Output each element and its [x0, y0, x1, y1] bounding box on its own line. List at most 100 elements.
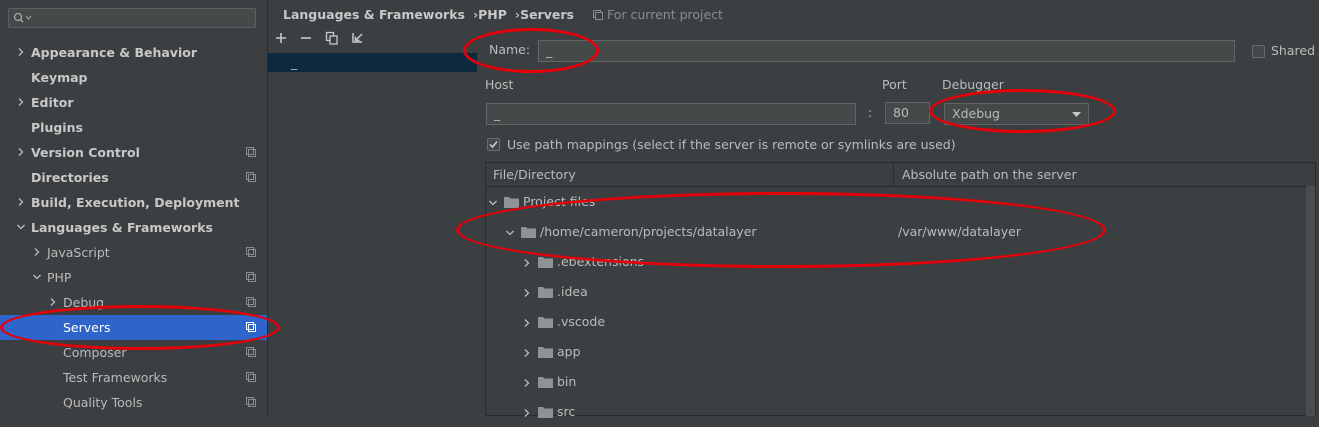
table-row[interactable]: /home/cameron/projects/datalayer/var/www…	[486, 217, 1306, 247]
table-row[interactable]: app	[486, 337, 1306, 367]
port-field[interactable]: 80	[885, 102, 930, 124]
sidebar-item[interactable]: Test Frameworks	[0, 365, 267, 390]
project-scope-icon	[246, 272, 257, 283]
breadcrumb-item[interactable]: Languages & Frameworks	[283, 7, 465, 22]
search-icon	[13, 12, 33, 24]
project-scope-icon	[246, 147, 257, 158]
name-field[interactable]: _	[538, 40, 1235, 62]
shared-label: Shared	[1271, 43, 1316, 58]
remove-icon[interactable]	[299, 31, 313, 45]
sidebar-item-label: Test Frameworks	[63, 370, 168, 385]
sidebar-item[interactable]: JavaScript	[0, 240, 267, 265]
path-mappings-label: Use path mappings (select if the server …	[507, 137, 956, 152]
dropdown-arrow-icon	[1072, 112, 1081, 117]
sidebar-item[interactable]: Editor	[0, 90, 267, 115]
folder-icon	[538, 406, 553, 418]
sidebar-item-label: Directories	[31, 170, 109, 185]
chevron-down-icon[interactable]	[16, 222, 26, 232]
chevron-right-icon[interactable]	[522, 288, 532, 298]
host-field[interactable]: _	[486, 103, 856, 125]
sidebar-item[interactable]: Servers	[0, 315, 267, 340]
table-row[interactable]: .idea	[486, 277, 1306, 307]
project-scope-icon	[246, 372, 257, 383]
table-row[interactable]: src	[486, 397, 1306, 427]
chevron-down-icon[interactable]	[488, 198, 498, 208]
sidebar-item-label: Version Control	[31, 145, 140, 160]
sidebar-item[interactable]: Plugins	[0, 115, 267, 140]
sidebar-item-label: Quality Tools	[63, 395, 143, 410]
file-directory-cell: bin	[557, 374, 577, 389]
table-row[interactable]: Project files	[486, 187, 1306, 217]
copy-icon[interactable]	[325, 31, 339, 45]
sidebar-item-label: Build, Execution, Deployment	[31, 195, 240, 210]
file-directory-cell: /home/cameron/projects/datalayer	[540, 224, 757, 239]
import-icon[interactable]	[350, 31, 364, 45]
sidebar-item[interactable]: Quality Tools	[0, 390, 267, 415]
chevron-right-icon[interactable]	[32, 247, 42, 257]
sidebar-item[interactable]: Version Control	[0, 140, 267, 165]
debugger-label: Debugger	[942, 77, 1004, 92]
shared-checkbox[interactable]	[1252, 45, 1265, 58]
sidebar-item[interactable]: Composer	[0, 340, 267, 365]
chevron-right-icon[interactable]	[522, 318, 532, 328]
column-header-file[interactable]: File/Directory	[486, 163, 894, 186]
sidebar-item-label: Appearance & Behavior	[31, 45, 197, 60]
chevron-right-icon[interactable]	[16, 197, 26, 207]
sidebar-item-label: Editor	[31, 95, 74, 110]
sidebar-item[interactable]: PHP	[0, 265, 267, 290]
scope-note: For current project	[593, 6, 723, 24]
folder-icon	[538, 316, 553, 328]
folder-icon	[538, 346, 553, 358]
chevron-right-icon[interactable]	[522, 348, 532, 358]
project-scope-icon	[246, 247, 257, 258]
file-directory-cell: .vscode	[557, 314, 606, 329]
server-list-panel	[268, 30, 477, 416]
breadcrumb: Languages & Frameworks ›PHP ›Servers	[283, 6, 574, 24]
port-label: Port	[882, 77, 907, 92]
chevron-right-icon[interactable]	[16, 47, 26, 57]
folder-icon	[538, 376, 553, 388]
chevron-down-icon[interactable]	[32, 272, 42, 282]
chevron-right-icon[interactable]	[522, 258, 532, 268]
project-scope-icon	[593, 10, 603, 20]
host-port-separator: :	[868, 105, 873, 120]
settings-sidebar: Appearance & Behavior Keymap Editor Plugins…	[0, 0, 268, 416]
name-label: Name:	[489, 42, 531, 57]
sidebar-item-label: Keymap	[31, 70, 88, 85]
chevron-right-icon[interactable]	[522, 408, 532, 418]
sidebar-item[interactable]: Build, Execution, Deployment	[0, 190, 267, 215]
sidebar-item[interactable]: Languages & Frameworks	[0, 215, 267, 240]
project-scope-icon	[246, 347, 257, 358]
table-row[interactable]: bin	[486, 367, 1306, 397]
table-header: File/Directory Absolute path on the serv…	[486, 163, 1306, 187]
sidebar-item[interactable]: Directories	[0, 165, 267, 190]
table-row[interactable]: .vscode	[486, 307, 1306, 337]
breadcrumb-item[interactable]: PHP	[478, 7, 507, 22]
file-directory-cell: .ebextensions	[557, 254, 645, 269]
chevron-right-icon[interactable]	[48, 297, 58, 307]
project-scope-icon	[246, 397, 257, 408]
table-row[interactable]: .ebextensions	[486, 247, 1306, 277]
project-scope-icon	[246, 322, 257, 333]
sidebar-item-label: Composer	[63, 345, 127, 360]
sidebar-item-label: Servers	[63, 320, 111, 335]
chevron-right-icon[interactable]	[522, 378, 532, 388]
debugger-select[interactable]: Xdebug	[944, 103, 1089, 125]
server-path-cell[interactable]: /var/www/datalayer	[898, 217, 1021, 247]
chevron-right-icon[interactable]	[16, 97, 26, 107]
settings-search-input[interactable]	[8, 8, 256, 28]
sidebar-item[interactable]: Keymap	[0, 65, 267, 90]
sidebar-item[interactable]: Appearance & Behavior	[0, 40, 267, 65]
sidebar-item-label: JavaScript	[47, 245, 110, 260]
server-list-item[interactable]: _	[268, 53, 477, 72]
chevron-right-icon[interactable]	[16, 147, 26, 157]
path-mappings-checkbox[interactable]	[487, 138, 500, 151]
column-header-server-path[interactable]: Absolute path on the server	[895, 163, 1306, 186]
add-icon[interactable]	[274, 31, 288, 45]
file-directory-cell: app	[557, 344, 581, 359]
breadcrumb-item: Servers	[520, 7, 574, 22]
table-scrollbar[interactable]	[1306, 186, 1315, 416]
chevron-down-icon[interactable]	[505, 228, 515, 238]
folder-icon	[538, 286, 553, 298]
sidebar-item[interactable]: Debug	[0, 290, 267, 315]
